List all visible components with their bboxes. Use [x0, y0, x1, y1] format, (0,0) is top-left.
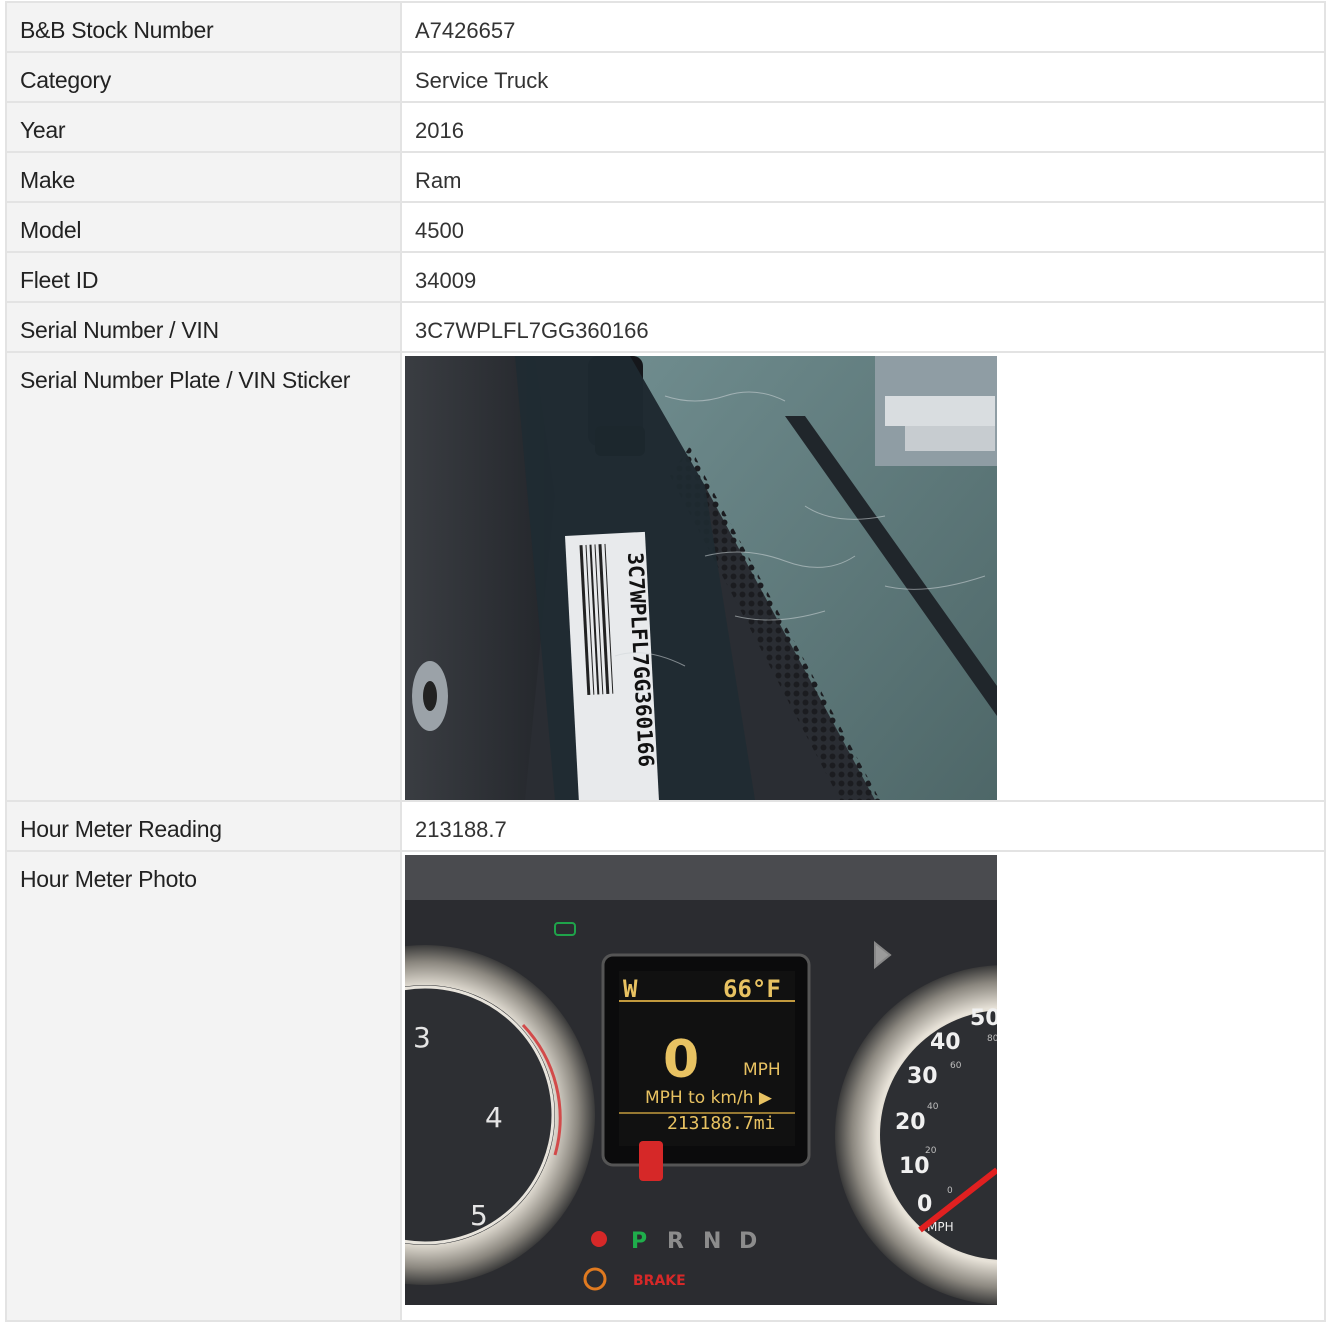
row-value: 213188.7 — [400, 800, 1326, 852]
row-label: Category — [5, 51, 402, 103]
table-row: Hour Meter Reading 213188.7 — [5, 800, 1326, 852]
table-row-vin-photo: Serial Number Plate / VIN Sticker 3C7WPL… — [5, 351, 1326, 802]
compass-reading: W — [623, 975, 638, 1003]
row-label: Year — [5, 101, 402, 153]
tach-number: 3 — [413, 1021, 431, 1054]
speedo-number: 50 — [970, 1006, 997, 1031]
row-value: A7426657 — [400, 1, 1326, 53]
speed-reading: 0 — [663, 1030, 699, 1090]
vin-photo-cell: 3C7WPLFL7GG360166 — [400, 351, 1326, 802]
gear-n: N — [703, 1229, 721, 1254]
speedo-kmh: 0 — [947, 1186, 953, 1196]
table-row: B&B Stock Number A7426657 — [5, 1, 1326, 53]
row-value: Ram — [400, 151, 1326, 203]
tach-number: 4 — [485, 1101, 503, 1134]
speedo-number: 40 — [930, 1030, 961, 1055]
speedo-kmh: 40 — [927, 1102, 939, 1112]
speedo-number: 30 — [907, 1064, 938, 1089]
table-row: Fleet ID 34009 — [5, 251, 1326, 303]
row-label: Serial Number Plate / VIN Sticker — [5, 351, 402, 802]
row-label: Hour Meter Photo — [5, 850, 402, 1322]
speed-unit: MPH — [743, 1060, 781, 1080]
speedo-kmh: 20 — [925, 1146, 937, 1156]
speedo-number: 0 — [917, 1192, 932, 1217]
table-row: Model 4500 — [5, 201, 1326, 253]
row-value: 34009 — [400, 251, 1326, 303]
menu-text: MPH to km/h ▶ — [645, 1088, 773, 1108]
hour-photo-cell: 3 4 5 50 40 30 20 10 0 80 60 40 20 0 MPH… — [400, 850, 1326, 1322]
vin-sticker-photo[interactable]: 3C7WPLFL7GG360166 — [405, 356, 997, 800]
speedo-kmh: 80 — [987, 1034, 997, 1044]
dashboard-image: 3 4 5 50 40 30 20 10 0 80 60 40 20 0 MPH… — [405, 855, 997, 1305]
row-label: Hour Meter Reading — [5, 800, 402, 852]
seatbelt-icon — [591, 1231, 607, 1247]
odometer-reading: 213188.7mi — [667, 1113, 775, 1134]
gear-r: R — [667, 1229, 684, 1254]
hour-meter-photo[interactable]: 3 4 5 50 40 30 20 10 0 80 60 40 20 0 MPH… — [405, 855, 997, 1305]
door-ajar-icon — [639, 1141, 663, 1181]
temperature-reading: 66°F — [723, 975, 781, 1003]
vehicle-spec-table: B&B Stock Number A7426657 Category Servi… — [5, 1, 1326, 1322]
row-value: 4500 — [400, 201, 1326, 253]
row-value: 2016 — [400, 101, 1326, 153]
tach-number: 5 — [470, 1199, 488, 1232]
speedo-kmh: 60 — [950, 1061, 962, 1071]
row-value: 3C7WPLFL7GG360166 — [400, 301, 1326, 353]
table-row: Category Service Truck — [5, 51, 1326, 103]
gear-p: P — [631, 1229, 647, 1254]
brake-indicator: BRAKE — [633, 1273, 686, 1289]
vin-sticker-image: 3C7WPLFL7GG360166 — [405, 356, 997, 800]
gear-d: D — [739, 1229, 757, 1254]
table-row-hour-photo: Hour Meter Photo 3 4 5 50 40 30 20 10 0 … — [5, 850, 1326, 1322]
row-label: Model — [5, 201, 402, 253]
row-label: B&B Stock Number — [5, 1, 402, 53]
table-row: Year 2016 — [5, 101, 1326, 153]
speedo-number: 20 — [895, 1110, 926, 1135]
row-label: Fleet ID — [5, 251, 402, 303]
table-row: Serial Number / VIN 3C7WPLFL7GG360166 — [5, 301, 1326, 353]
row-value: Service Truck — [400, 51, 1326, 103]
row-label: Serial Number / VIN — [5, 301, 402, 353]
table-row: Make Ram — [5, 151, 1326, 203]
speedo-number: 10 — [899, 1154, 930, 1179]
row-label: Make — [5, 151, 402, 203]
